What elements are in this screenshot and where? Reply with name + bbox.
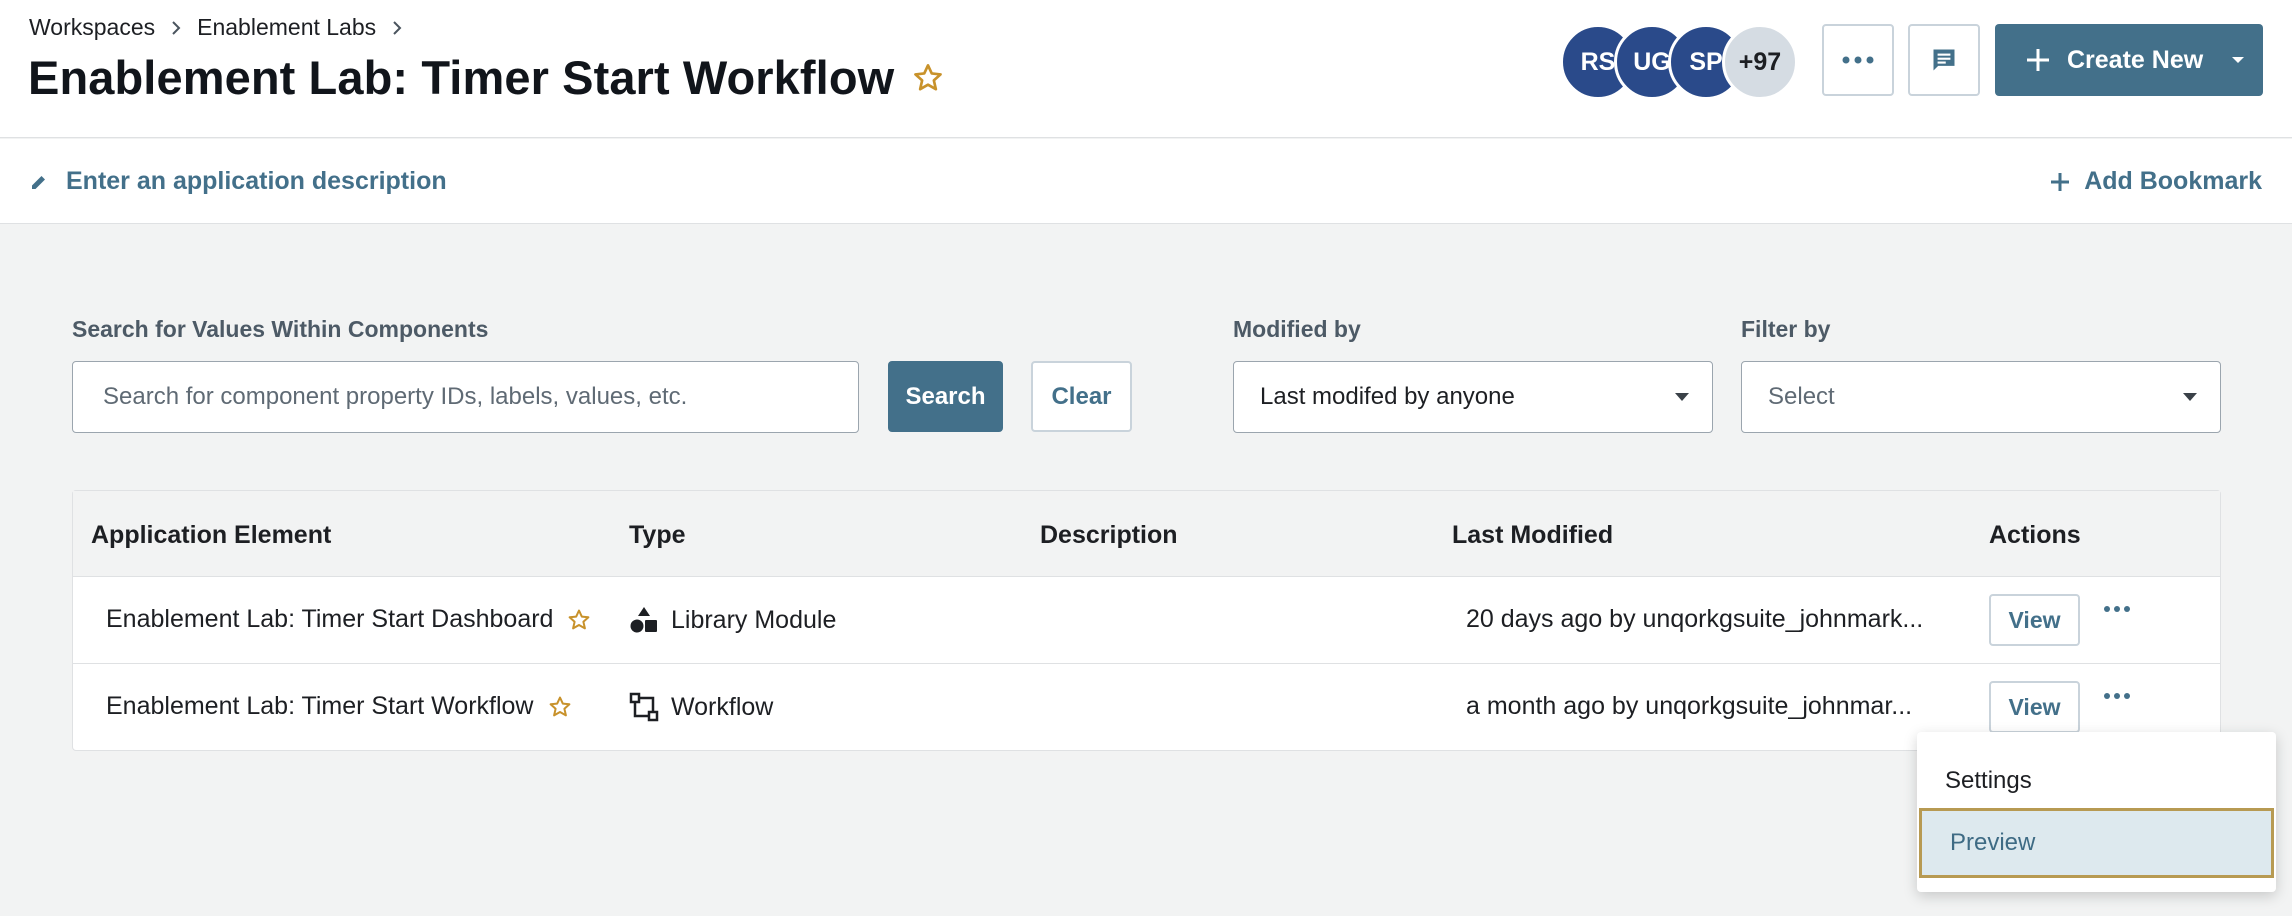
column-header-actions: Actions [1989,521,2081,549]
last-modified: 20 days ago by unqorkgsuite_johnmark... [1466,605,1924,633]
column-header-description[interactable]: Description [1040,521,1178,550]
star-icon[interactable] [548,695,572,719]
add-bookmark-label: Add Bookmark [2084,167,2262,195]
plus-icon [2051,172,2070,191]
page-title: Enablement Lab: Timer Start Workflow [28,50,944,105]
create-new-label: Create New [2067,45,2204,74]
column-header-application-element[interactable]: Application Element [91,521,331,550]
edit-description-link[interactable]: Enter an application description [30,167,447,196]
comment-icon [1933,49,1955,71]
modified-by-label: Modified by [1233,316,1361,342]
modified-by-value: Last modifed by anyone [1260,383,1515,410]
table-row: Enablement Lab: Timer Start Workflow Wor… [73,664,2220,751]
table-header: Application Element Type Description Las… [73,491,2220,577]
create-new-button[interactable]: Create New [1995,24,2263,96]
column-header-type[interactable]: Type [629,521,686,550]
row-actions-menu: Settings Preview [1917,732,2276,892]
last-modified: a month ago by unqorkgsuite_johnmar... [1466,692,1913,720]
more-options-button[interactable] [1822,24,1894,96]
breadcrumb: Workspaces Enablement Labs [29,14,404,41]
description-bar: Enter an application description Add Boo… [0,139,2292,224]
filter-by-label: Filter by [1741,316,1831,342]
element-type: Workflow [671,692,774,721]
view-button[interactable]: View [1989,681,2080,733]
menu-item-settings[interactable]: Settings [1917,746,2276,816]
ellipsis-icon[interactable] [2103,605,2131,613]
avatar-more-count[interactable]: +97 [1722,24,1798,100]
search-input[interactable] [72,361,859,433]
collaborator-avatars: RS UG SP +97 [1560,24,1798,100]
star-icon[interactable] [912,62,944,94]
ellipsis-icon[interactable] [2103,692,2131,700]
element-name-cell: Enablement Lab: Timer Start Dashboard [106,605,591,634]
pencil-icon [32,175,45,189]
comments-button[interactable] [1908,24,1980,96]
description-placeholder: Enter an application description [66,167,447,195]
clear-button[interactable]: Clear [1031,361,1132,432]
search-button[interactable]: Search [888,361,1003,432]
filter-by-select[interactable]: Select [1741,361,2221,433]
modified-by-select[interactable]: Last modifed by anyone [1233,361,1713,433]
page-header: Workspaces Enablement Labs Enablement La… [0,0,2292,138]
page-title-text: Enablement Lab: Timer Start Workflow [28,51,895,104]
breadcrumb-workspaces[interactable]: Workspaces [29,14,155,41]
element-name[interactable]: Enablement Lab: Timer Start Dashboard [106,605,553,634]
element-name-cell: Enablement Lab: Timer Start Workflow [106,692,572,721]
chevron-right-icon [390,20,404,35]
search-label: Search for Values Within Components [72,316,489,342]
element-type: Library Module [671,605,837,634]
caret-down-icon [2232,57,2245,63]
plus-icon [2027,49,2049,71]
library-module-icon [630,607,657,633]
chevron-right-icon [169,20,183,35]
breadcrumb-enablement-labs[interactable]: Enablement Labs [197,14,376,41]
column-header-last-modified[interactable]: Last Modified [1452,521,1613,550]
caret-down-icon [2183,393,2197,401]
table-row: Enablement Lab: Timer Start Dashboard Li… [73,577,2220,664]
view-button[interactable]: View [1989,594,2080,646]
ellipsis-icon [1842,56,1874,64]
menu-item-preview[interactable]: Preview [1919,808,2274,878]
element-name[interactable]: Enablement Lab: Timer Start Workflow [106,692,534,721]
element-type-cell: Workflow [629,692,773,722]
filter-by-value: Select [1768,383,1835,410]
add-bookmark-button[interactable]: Add Bookmark [2050,167,2262,196]
element-type-cell: Library Module [629,605,836,635]
caret-down-icon [1675,393,1689,401]
star-icon[interactable] [567,608,591,632]
elements-table: Application Element Type Description Las… [72,490,2221,751]
workflow-icon [629,692,659,722]
